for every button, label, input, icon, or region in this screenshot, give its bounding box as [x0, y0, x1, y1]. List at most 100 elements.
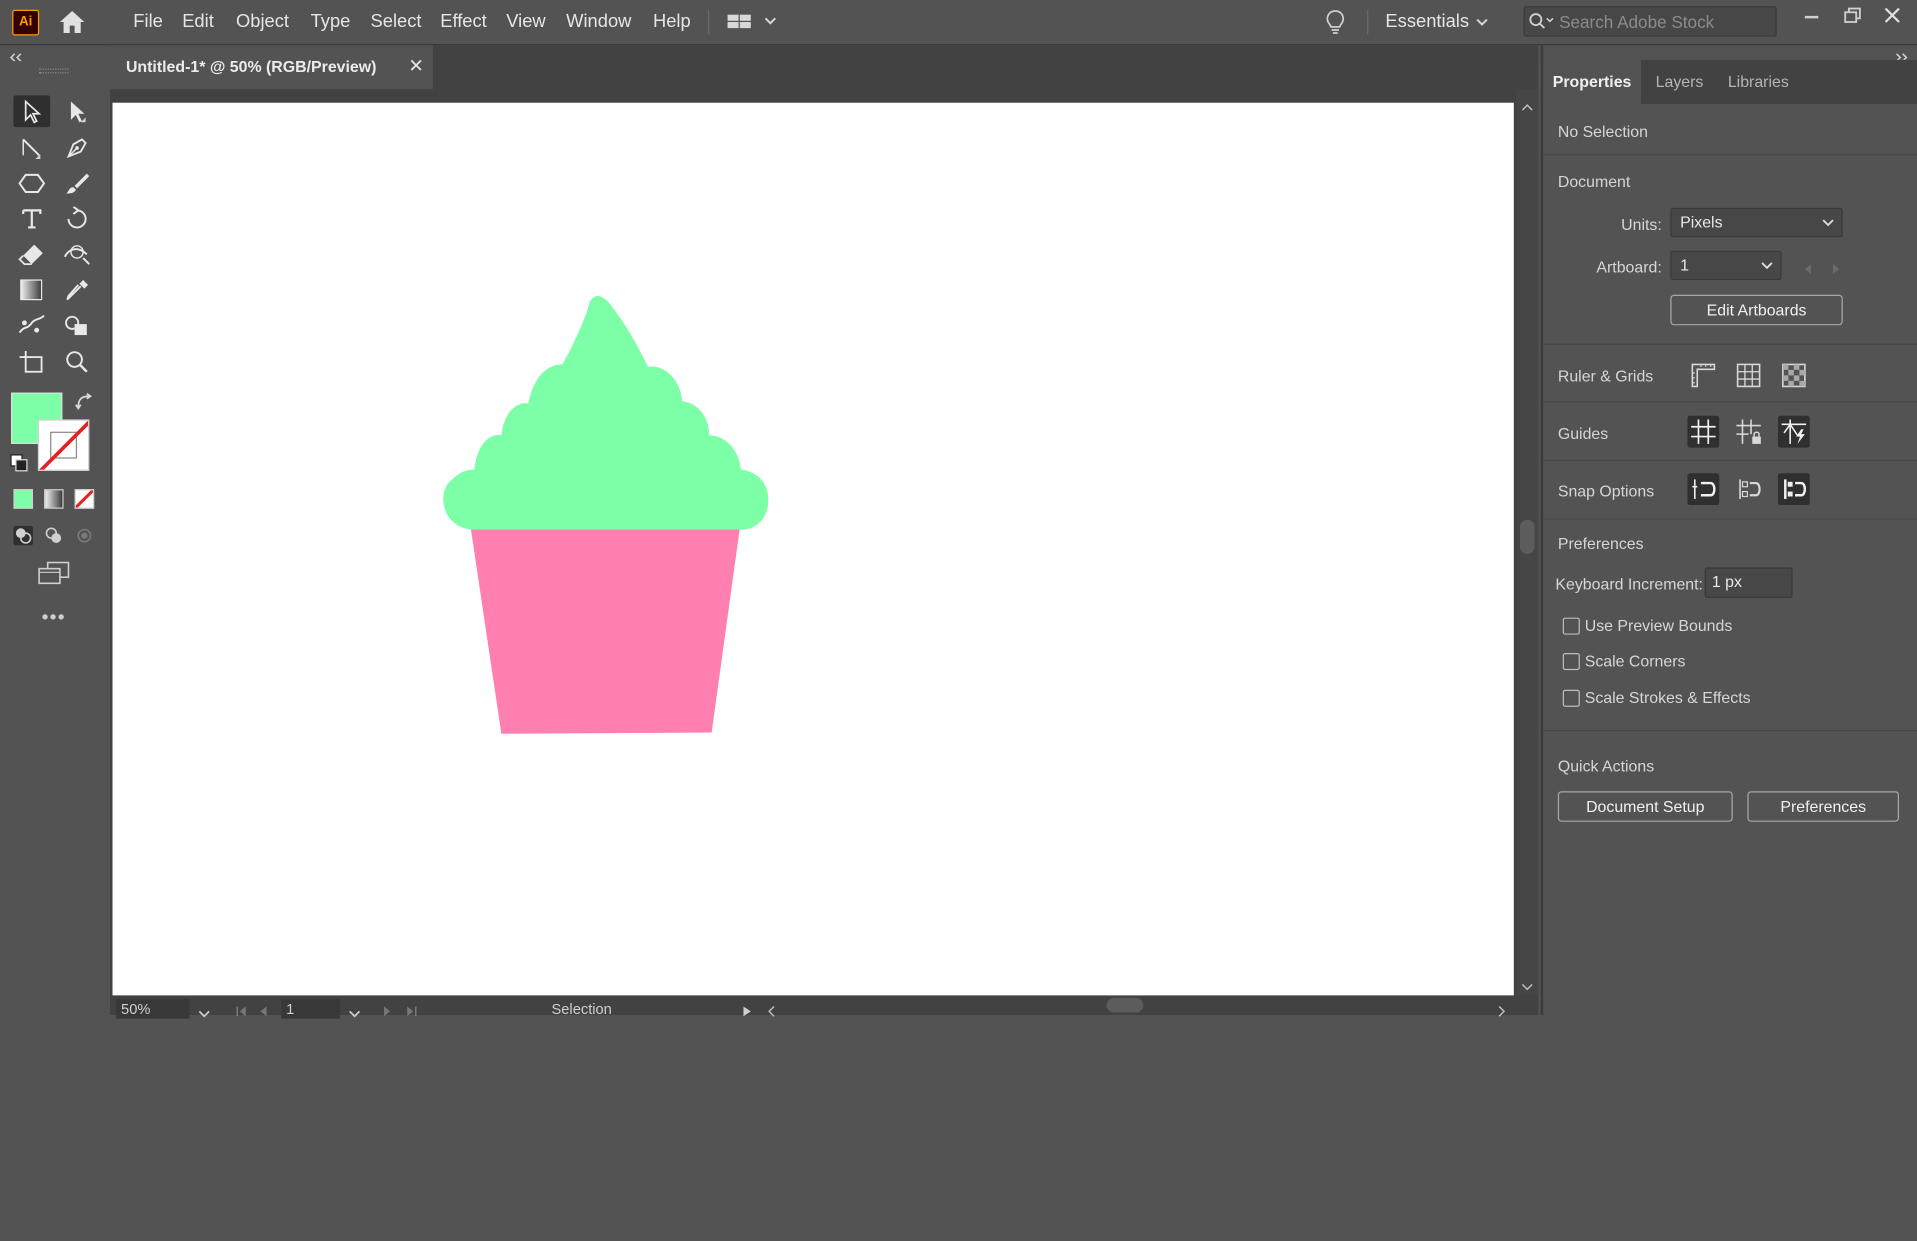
menu-edit[interactable]: Edit	[182, 11, 214, 32]
menu-view[interactable]: View	[506, 11, 545, 32]
snap-to-point-icon[interactable]	[1687, 473, 1720, 506]
draw-behind-icon[interactable]	[44, 526, 64, 546]
chevron-down-icon	[1822, 219, 1834, 227]
type-tool-icon[interactable]	[13, 203, 50, 235]
swap-fill-stroke-icon[interactable]	[75, 393, 95, 413]
gradient-tool-icon[interactable]	[13, 274, 50, 306]
restore-icon[interactable]	[1840, 6, 1864, 26]
collapse-panels-icon[interactable]	[1893, 48, 1910, 62]
smart-guides-icon[interactable]	[1777, 415, 1810, 448]
show-guides-icon[interactable]	[1687, 415, 1720, 448]
close-tab-icon[interactable]: ✕	[408, 55, 423, 77]
draw-inside-icon[interactable]	[75, 526, 95, 546]
artboard-number-field[interactable]: 1	[281, 999, 340, 1019]
tools-panel: •••	[0, 61, 108, 1016]
snap-to-glyph-icon[interactable]	[1777, 473, 1810, 506]
zoom-tool-icon[interactable]	[59, 346, 96, 378]
menu-file[interactable]: File	[133, 11, 163, 32]
panel-divider-line	[1543, 154, 1917, 156]
artboard-tool-icon[interactable]	[13, 346, 50, 378]
screen-mode-icon[interactable]	[37, 561, 71, 585]
paintbrush-tool-icon[interactable]	[59, 168, 96, 200]
preferences-button[interactable]: Preferences	[1747, 791, 1900, 822]
artboard[interactable]	[112, 102, 1514, 996]
scroll-right-icon[interactable]	[1495, 1002, 1507, 1017]
puppet-warp-tool-icon[interactable]	[13, 309, 50, 341]
illustrator-logo: Ai	[12, 9, 40, 36]
none-mode-swatch[interactable]	[74, 489, 95, 509]
selection-tool-icon[interactable]	[13, 95, 51, 128]
lock-guides-icon[interactable]	[1733, 416, 1765, 448]
menu-select[interactable]: Select	[371, 11, 422, 32]
rotate-tool-icon[interactable]	[59, 203, 96, 235]
units-dropdown[interactable]: Pixels	[1670, 207, 1843, 238]
chevron-down-icon[interactable]	[1475, 13, 1490, 28]
menu-effect[interactable]: Effect	[440, 11, 487, 32]
snap-to-pixel-icon[interactable]	[1733, 473, 1765, 505]
scale-strokes-effects-checkbox[interactable]	[1562, 689, 1580, 707]
tab-libraries[interactable]: Libraries	[1720, 60, 1796, 104]
close-icon[interactable]	[1881, 6, 1905, 26]
document-setup-button[interactable]: Document Setup	[1557, 791, 1733, 822]
document-tab[interactable]: Untitled-1* @ 50% (RGB/Preview) ✕	[110, 45, 433, 90]
keyboard-increment-input[interactable]: 1 px	[1704, 567, 1793, 598]
tab-properties[interactable]: Properties	[1543, 59, 1641, 104]
scale-corners-checkbox[interactable]	[1562, 653, 1580, 671]
minimize-icon[interactable]	[1800, 6, 1824, 26]
pen-tool-icon[interactable]	[59, 132, 96, 164]
collapse-toolbar-icon[interactable]	[7, 48, 24, 62]
eraser-tool-icon[interactable]	[13, 238, 50, 270]
tab-layers[interactable]: Layers	[1648, 60, 1710, 104]
shape-builder-tool-icon[interactable]	[59, 309, 96, 341]
color-mode-swatch[interactable]	[13, 489, 34, 509]
gradient-mode-swatch[interactable]	[44, 489, 64, 509]
eyedropper-tool-icon[interactable]	[59, 274, 96, 306]
previous-artboard-icon[interactable]	[1802, 259, 1812, 274]
stroke-color-swatch[interactable]	[37, 419, 90, 471]
horizontal-scroll-thumb[interactable]	[1106, 997, 1144, 1013]
lightbulb-icon[interactable]	[1324, 9, 1346, 36]
artboard-dropdown[interactable]: 1	[1670, 250, 1782, 281]
artboard-label: Artboard:	[1596, 258, 1662, 277]
chevron-down-icon[interactable]	[348, 1003, 361, 1018]
edit-artboards-button[interactable]: Edit Artboards	[1670, 294, 1843, 326]
toolbar-grip[interactable]	[39, 68, 69, 74]
last-artboard-icon[interactable]	[406, 1002, 418, 1017]
menu-object[interactable]: Object	[236, 11, 289, 32]
grid-icon[interactable]	[1733, 360, 1765, 392]
scroll-left-icon[interactable]	[765, 1002, 777, 1017]
next-artboard-icon[interactable]	[382, 1002, 394, 1017]
menu-window[interactable]: Window	[566, 11, 631, 32]
scroll-up-icon[interactable]	[1521, 97, 1533, 111]
workspace-switcher[interactable]: Essentials	[1385, 11, 1469, 32]
zoom-level-field[interactable]: 50%	[116, 999, 190, 1019]
panel-divider-line	[1543, 730, 1917, 732]
default-fill-stroke-icon[interactable]	[10, 454, 30, 474]
ruler-icon[interactable]	[1687, 360, 1719, 392]
vertical-scrollbar[interactable]	[1516, 89, 1539, 996]
arrange-documents-icon[interactable]	[726, 11, 780, 33]
use-preview-bounds-checkbox[interactable]	[1562, 617, 1580, 635]
panel-divider-line	[1543, 401, 1917, 403]
chevron-down-icon[interactable]	[198, 1003, 210, 1018]
previous-artboard-icon[interactable]	[257, 1002, 269, 1017]
first-artboard-icon[interactable]	[235, 1002, 247, 1017]
cupcake-artwork[interactable]	[112, 103, 1513, 996]
line-segment-tool-icon[interactable]	[13, 132, 50, 164]
vertical-scroll-thumb[interactable]	[1519, 519, 1535, 554]
canvas-area[interactable]	[110, 89, 1539, 996]
transparency-grid-icon[interactable]	[1778, 360, 1810, 392]
adobe-stock-search[interactable]	[1523, 6, 1777, 37]
status-menu-icon[interactable]	[741, 1002, 753, 1017]
home-icon[interactable]	[59, 10, 86, 34]
menu-help[interactable]: Help	[653, 11, 691, 32]
polygon-tool-icon[interactable]	[13, 168, 50, 200]
menu-type[interactable]: Type	[311, 11, 351, 32]
direct-selection-tool-icon[interactable]	[59, 95, 96, 127]
width-tool-icon[interactable]	[59, 238, 96, 270]
draw-normal-icon[interactable]	[13, 525, 34, 546]
scroll-down-icon[interactable]	[1521, 976, 1533, 991]
edit-toolbar-more-icon[interactable]: •••	[42, 608, 66, 630]
search-input[interactable]	[1559, 11, 1767, 34]
next-artboard-icon[interactable]	[1832, 259, 1842, 274]
